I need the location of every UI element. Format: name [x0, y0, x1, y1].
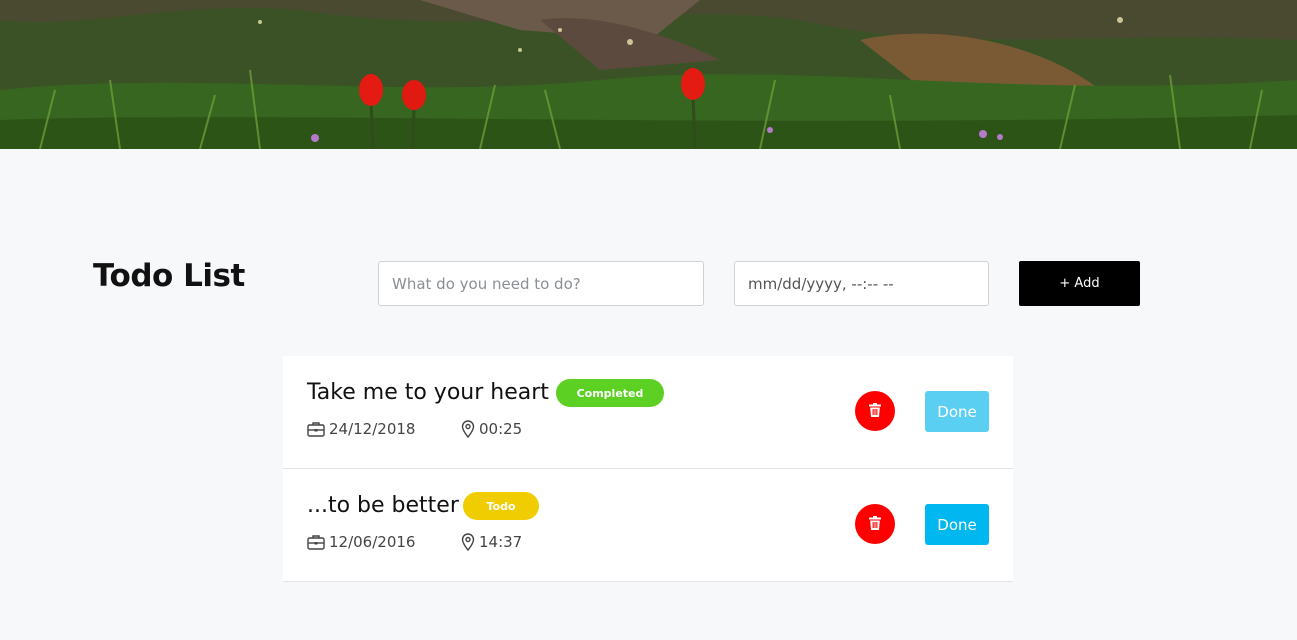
- map-pin-icon: [461, 533, 475, 551]
- done-button[interactable]: Done: [925, 504, 989, 545]
- todo-item: ...to be better Todo 12/06/2016 14:37 Do…: [283, 469, 1013, 582]
- status-badge: Completed: [556, 379, 664, 407]
- todo-title: ...to be better: [307, 493, 459, 518]
- trash-icon: [869, 402, 881, 420]
- todo-time-text: 14:37: [479, 533, 523, 551]
- todo-list: Take me to your heart Completed 24/12/20…: [283, 356, 1013, 582]
- briefcase-icon: [307, 534, 325, 550]
- todo-date: 24/12/2018: [307, 420, 415, 438]
- map-pin-icon: [461, 420, 475, 438]
- page-title: Todo List: [93, 258, 245, 294]
- briefcase-icon: [307, 421, 325, 437]
- add-button[interactable]: + Add: [1019, 261, 1140, 306]
- done-button[interactable]: Done: [925, 391, 989, 432]
- header-banner-image: [0, 0, 1297, 149]
- todo-date-text: 24/12/2018: [329, 420, 416, 438]
- todo-time-text: 00:25: [479, 420, 523, 438]
- trash-icon: [869, 515, 881, 533]
- todo-item: Take me to your heart Completed 24/12/20…: [283, 356, 1013, 469]
- todo-time: 14:37: [461, 533, 522, 551]
- todo-title: Take me to your heart: [307, 380, 549, 405]
- todo-time: 00:25: [461, 420, 522, 438]
- todo-date-text: 12/06/2016: [329, 533, 416, 551]
- delete-button[interactable]: [855, 504, 895, 544]
- todo-date: 12/06/2016: [307, 533, 415, 551]
- delete-button[interactable]: [855, 391, 895, 431]
- datetime-input[interactable]: [734, 261, 989, 306]
- task-input[interactable]: [378, 261, 704, 306]
- status-badge: Todo: [463, 492, 539, 520]
